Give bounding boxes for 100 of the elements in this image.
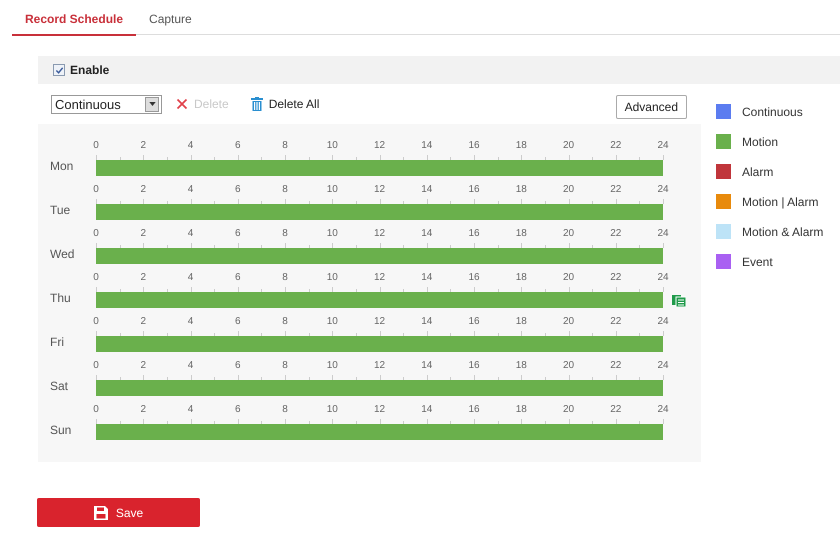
legend-label: Continuous xyxy=(742,104,803,118)
hour-label: 4 xyxy=(188,404,194,415)
day-label: Sun xyxy=(49,423,72,439)
hour-label: 20 xyxy=(562,360,574,371)
hour-label: 14 xyxy=(421,228,432,239)
hour-label: 18 xyxy=(516,140,527,151)
hour-label: 2 xyxy=(140,184,146,195)
hour-label: 4 xyxy=(188,228,194,239)
legend-label: Motion & Alarm xyxy=(742,224,824,238)
hour-label: 22 xyxy=(610,184,622,195)
hour-label: 0 xyxy=(93,140,99,151)
hour-label: 6 xyxy=(234,360,241,371)
hour-label: 16 xyxy=(468,272,480,283)
hour-label: 24 xyxy=(657,316,669,327)
schedule-bar[interactable] xyxy=(96,336,663,352)
hour-label: 4 xyxy=(188,360,194,371)
hour-label: 18 xyxy=(516,228,527,239)
hour-label: 6 xyxy=(234,140,241,151)
hour-label: 4 xyxy=(188,272,194,283)
hour-label: 18 xyxy=(516,360,527,371)
hour-label: 22 xyxy=(610,272,622,283)
legend-label: Alarm xyxy=(742,164,774,178)
enable-label: Enable xyxy=(70,63,110,77)
hour-label: 18 xyxy=(516,272,527,283)
hour-label: 16 xyxy=(468,228,480,239)
hour-label: 16 xyxy=(468,360,480,371)
legend-label: Event xyxy=(742,254,773,268)
enable-checkbox[interactable] xyxy=(53,64,65,76)
hour-label: 18 xyxy=(516,404,527,415)
save-button[interactable]: Save xyxy=(37,498,200,527)
hour-label: 12 xyxy=(374,316,386,327)
schedule-bar[interactable] xyxy=(96,380,663,396)
hour-label: 20 xyxy=(562,184,574,195)
hour-label: 0 xyxy=(93,360,99,371)
hour-label: 24 xyxy=(657,228,669,239)
hour-label: 0 xyxy=(93,316,99,327)
day-label: Wed xyxy=(49,247,76,263)
delete-all-button[interactable]: Delete All xyxy=(248,97,328,111)
close-icon xyxy=(176,98,188,110)
hour-label: 14 xyxy=(421,184,432,195)
hour-label: 14 xyxy=(421,316,432,327)
day-label: Mon xyxy=(49,159,74,175)
hour-label: 8 xyxy=(282,184,288,195)
hour-label: 12 xyxy=(374,228,386,239)
hour-label: 20 xyxy=(562,228,574,239)
hour-label: 4 xyxy=(188,140,194,151)
hour-label: 12 xyxy=(374,272,386,283)
hour-label: 16 xyxy=(468,140,480,151)
hour-label: 8 xyxy=(282,316,288,327)
hour-label: 24 xyxy=(657,140,669,151)
hour-label: 12 xyxy=(374,140,386,151)
hour-label: 2 xyxy=(140,316,146,327)
hour-label: 10 xyxy=(326,272,338,283)
hour-label: 8 xyxy=(282,228,288,239)
hour-label: 6 xyxy=(234,184,241,195)
day-label: Thu xyxy=(49,291,72,307)
schedule-bar[interactable] xyxy=(96,204,663,220)
hour-label: 18 xyxy=(516,316,527,327)
record-type-select[interactable]: Continuous xyxy=(51,94,162,114)
hour-label: 12 xyxy=(374,360,386,371)
hour-label: 12 xyxy=(374,184,386,195)
hour-label: 20 xyxy=(562,316,574,327)
hour-label: 2 xyxy=(140,360,146,371)
schedule-bar[interactable] xyxy=(96,248,663,264)
hour-label: 2 xyxy=(140,404,146,415)
hour-label: 10 xyxy=(326,184,338,195)
hour-label: 22 xyxy=(610,140,622,151)
hour-label: 6 xyxy=(234,316,241,327)
hour-label: 14 xyxy=(421,360,432,371)
hour-label: 2 xyxy=(140,272,146,283)
hour-label: 24 xyxy=(657,272,669,283)
hour-label: 0 xyxy=(93,228,99,239)
hour-label: 20 xyxy=(562,272,574,283)
hour-label: 14 xyxy=(421,404,432,415)
hour-label: 24 xyxy=(657,404,669,415)
copy-icon[interactable] xyxy=(672,293,686,307)
hour-label: 22 xyxy=(610,228,622,239)
hour-label: 22 xyxy=(610,316,622,327)
hour-label: 6 xyxy=(234,272,241,283)
hour-label: 14 xyxy=(421,140,432,151)
legend-label: Motion xyxy=(742,134,778,148)
hour-label: 16 xyxy=(468,184,480,195)
hour-label: 24 xyxy=(657,184,669,195)
hour-label: 0 xyxy=(93,404,99,415)
tab[interactable]: Record Schedule xyxy=(12,0,136,36)
schedule-bar[interactable] xyxy=(96,292,663,308)
hour-label: 6 xyxy=(234,228,241,239)
advanced-button[interactable]: Advanced xyxy=(616,95,687,119)
schedule-bar[interactable] xyxy=(96,160,663,176)
hour-label: 16 xyxy=(468,316,480,327)
hour-label: 4 xyxy=(188,184,194,195)
hour-label: 20 xyxy=(562,140,574,151)
hour-label: 6 xyxy=(234,404,241,415)
hour-label: 8 xyxy=(282,404,288,415)
hour-label: 8 xyxy=(282,360,288,371)
tab[interactable]: Capture xyxy=(136,0,205,34)
hour-label: 22 xyxy=(610,360,622,371)
hour-label: 18 xyxy=(516,184,527,195)
schedule-bar[interactable] xyxy=(96,424,663,440)
hour-label: 20 xyxy=(562,404,574,415)
